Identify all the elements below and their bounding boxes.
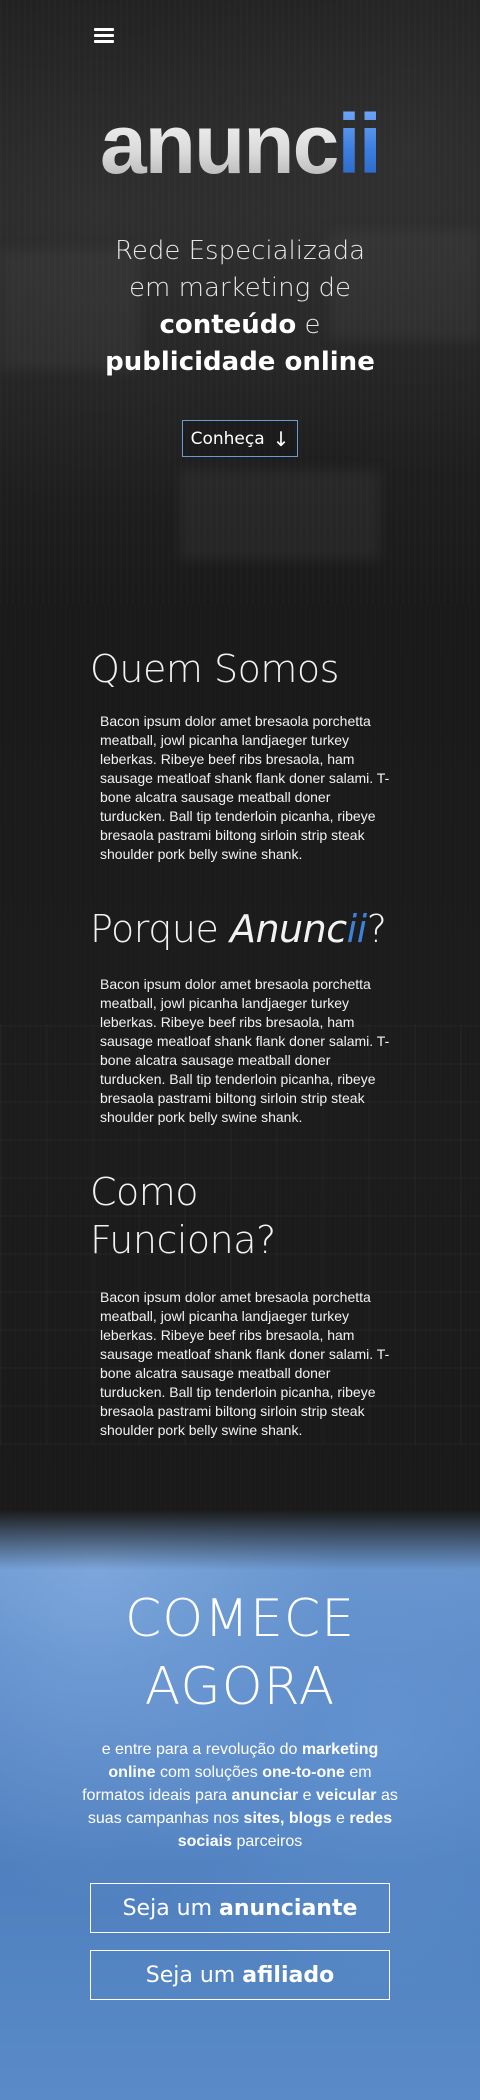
tagline-line: em marketing de bbox=[129, 273, 351, 303]
start-now-section: COMECE AGORA e entre para a revolução do… bbox=[0, 1510, 480, 2100]
affiliate-button-bold: afiliado bbox=[242, 1962, 335, 1988]
start-text-fragment: parceiros bbox=[236, 1833, 303, 1850]
tagline-line: conteúdo e bbox=[60, 307, 420, 344]
start-text-bold: anunciar bbox=[231, 1787, 299, 1804]
menu-bar bbox=[94, 28, 114, 31]
advertiser-button-bold: anunciante bbox=[219, 1895, 358, 1921]
why-title-prefix: Porque bbox=[90, 907, 219, 951]
start-text-bold: veicular bbox=[316, 1787, 377, 1804]
how-title: Como Funciona? bbox=[90, 1168, 410, 1264]
start-now-text: e entre para a revolução do marketing on… bbox=[80, 1738, 400, 1853]
tagline-bold: conteúdo bbox=[159, 310, 297, 340]
how-title-line: Como bbox=[90, 1170, 199, 1214]
logo-text: anunc bbox=[99, 97, 339, 191]
become-affiliate-button[interactable]: Seja um afiliado bbox=[90, 1950, 390, 2000]
why-title: Porque Anuncii? bbox=[90, 905, 410, 953]
content-section: Quem Somos Bacon ipsum dolor amet bresao… bbox=[0, 605, 480, 1510]
hamburger-menu-icon[interactable] bbox=[94, 28, 114, 44]
about-title: Quem Somos bbox=[90, 647, 339, 691]
tagline-line: publicidade online bbox=[60, 344, 420, 381]
affiliate-button-prefix: Seja um bbox=[145, 1962, 236, 1988]
menu-bar bbox=[94, 40, 114, 43]
brand-logo[interactable]: anuncii bbox=[0, 102, 480, 186]
start-now-title-line: COMECE bbox=[124, 1589, 356, 1649]
hero-tagline: Rede Especializada em marketing de conte… bbox=[60, 233, 420, 381]
arrow-down-icon: ↓ bbox=[272, 426, 290, 451]
menu-bar bbox=[94, 34, 114, 37]
start-now-title-line: AGORA bbox=[144, 1657, 336, 1717]
why-title-suffix: ? bbox=[366, 907, 387, 951]
tagline-line: Rede Especializada bbox=[114, 236, 366, 266]
start-text-fragment: com soluções bbox=[159, 1764, 258, 1781]
start-text-bold: sites, blogs bbox=[243, 1810, 332, 1827]
logo-accent-text: ii bbox=[337, 97, 382, 191]
hero-section: anuncii Rede Especializada em marketing … bbox=[0, 0, 480, 605]
how-title-line: Funciona? bbox=[90, 1218, 276, 1262]
learn-more-label: Conheça bbox=[190, 428, 265, 449]
section-fade bbox=[0, 1510, 480, 1570]
start-text-fragment: e bbox=[336, 1810, 345, 1827]
tagline-join: e bbox=[304, 310, 321, 340]
page: anuncii Rede Especializada em marketing … bbox=[0, 0, 480, 2100]
tagline-bold: publicidade online bbox=[105, 347, 375, 377]
why-title-brand-accent: ii bbox=[346, 907, 368, 951]
become-advertiser-button[interactable]: Seja um anunciante bbox=[90, 1883, 390, 1933]
learn-more-button[interactable]: Conheça ↓ bbox=[182, 420, 298, 457]
hero-background-shape bbox=[180, 470, 380, 560]
start-text-fragment: e bbox=[302, 1787, 312, 1804]
how-text: Bacon ipsum dolor amet bresaola porchett… bbox=[100, 1289, 390, 1438]
start-now-title: COMECE AGORA bbox=[0, 1585, 480, 1721]
about-text: Bacon ipsum dolor amet bresaola porchett… bbox=[100, 713, 390, 862]
why-text: Bacon ipsum dolor amet bresaola porchett… bbox=[100, 976, 390, 1125]
why-title-brand: Anunc bbox=[229, 907, 347, 951]
start-text-fragment: e entre para a revolução do bbox=[101, 1741, 298, 1758]
advertiser-button-prefix: Seja um bbox=[122, 1895, 213, 1921]
start-text-bold: one-to-one bbox=[262, 1764, 345, 1781]
